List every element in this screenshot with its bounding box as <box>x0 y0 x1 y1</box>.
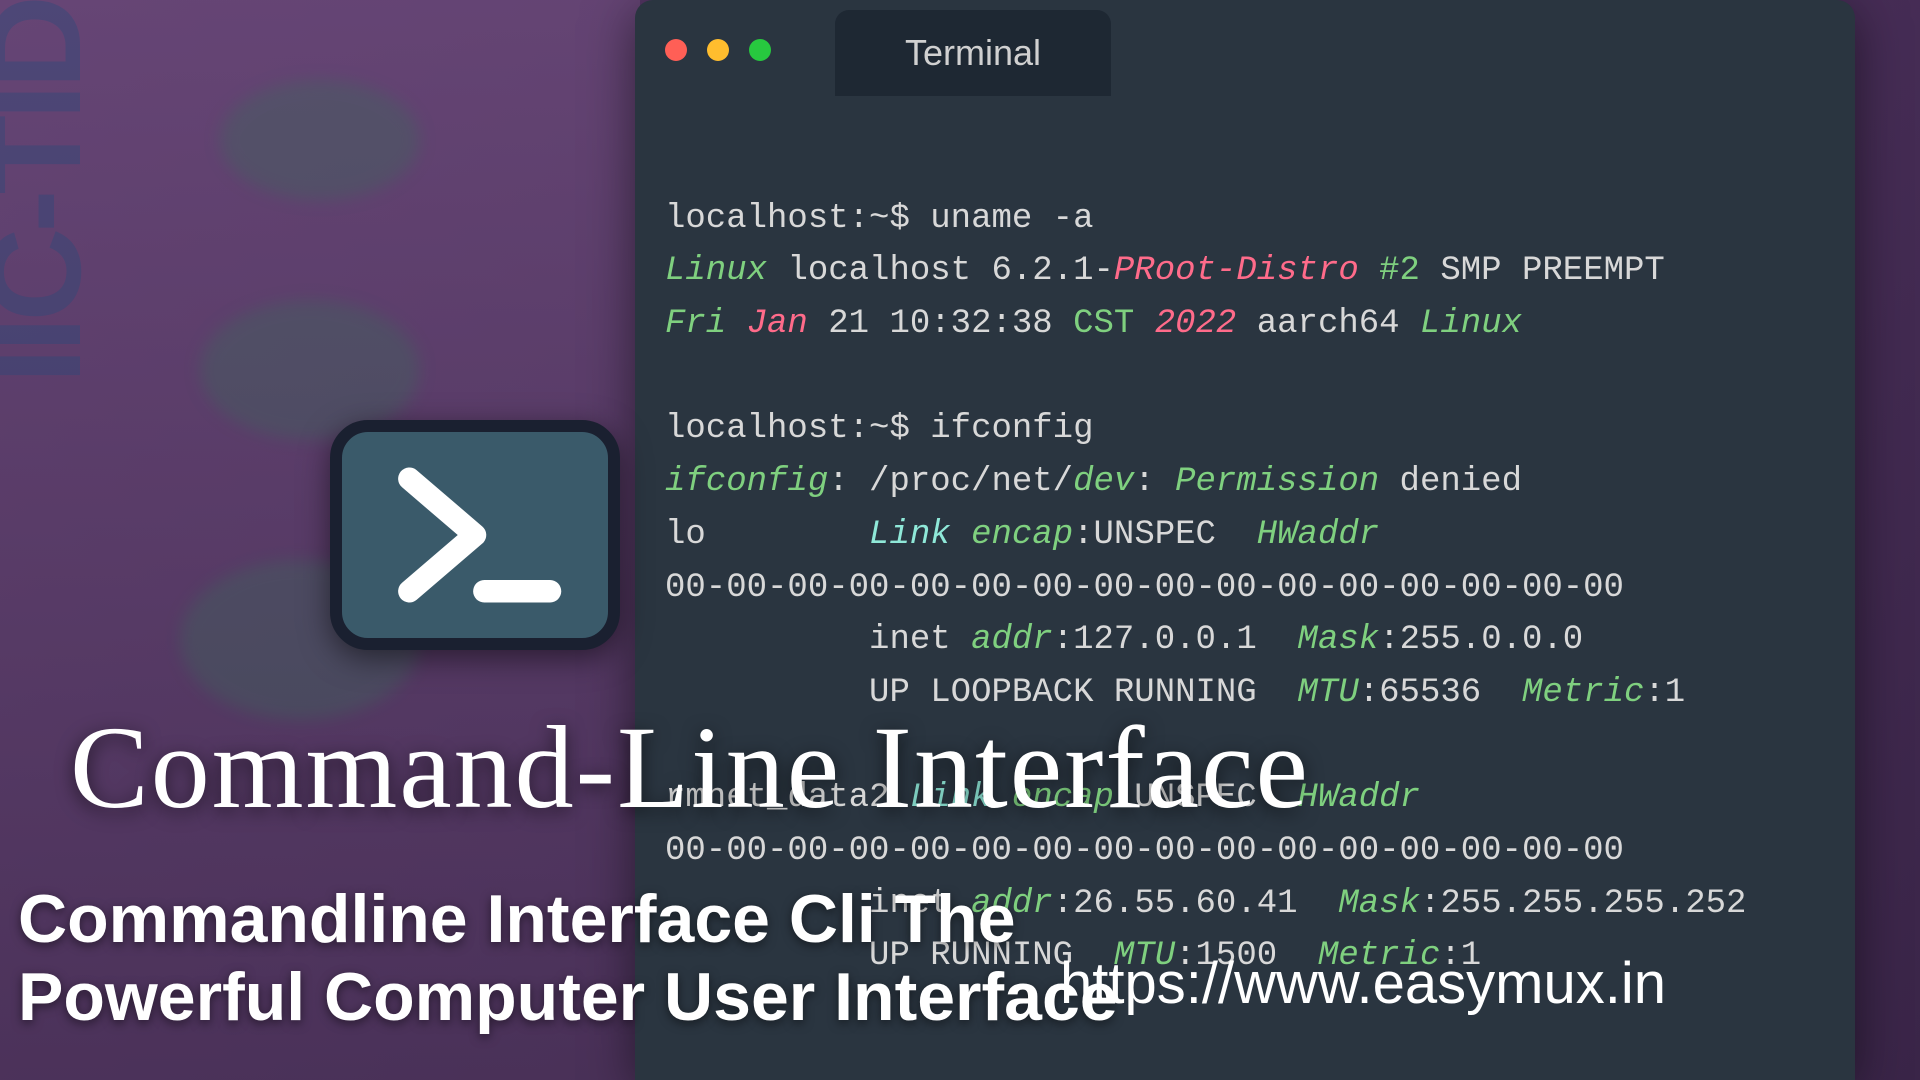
maximize-icon[interactable] <box>749 39 771 61</box>
if-lo-hwaddr: HWaddr <box>1257 516 1379 554</box>
out-host: localhost <box>787 252 971 290</box>
if-rm-mac: 00-00-00-00-00-00-00-00-00-00-00-00-00-0… <box>665 832 1624 870</box>
prompt-host: localhost <box>665 200 849 238</box>
out-arch: aarch64 <box>1257 305 1400 343</box>
overlay-url: https://www.easymux.in <box>1060 950 1666 1017</box>
out-flags: SMP PREEMPT <box>1440 252 1664 290</box>
if-lo-name: lo <box>665 516 706 554</box>
if-lo-metric-lbl: Metric <box>1522 674 1644 712</box>
overlay-title: Command-Line Interface <box>70 700 1310 836</box>
cmd1-text: uname -a <box>930 200 1093 238</box>
if-lo-encap-lbl: encap <box>971 516 1073 554</box>
out-build: #2 <box>1379 252 1420 290</box>
out-day: Fri <box>665 305 726 343</box>
out-os2: Linux <box>1420 305 1522 343</box>
close-icon[interactable] <box>665 39 687 61</box>
traffic-lights <box>665 39 771 61</box>
tab-label: Terminal <box>905 32 1041 73</box>
prompt-host: localhost <box>665 410 849 448</box>
out-year: 2022 <box>1155 305 1237 343</box>
cli-prompt-icon <box>330 420 620 650</box>
prompt-sep: :~$ <box>849 410 910 448</box>
bg-decor <box>200 300 420 440</box>
titlebar: Terminal <box>635 0 1855 100</box>
tab-terminal[interactable]: Terminal <box>835 10 1111 96</box>
out-ver: 6.2.1- <box>991 252 1113 290</box>
overlay-subtitle: Commandline Interface Cli The Powerful C… <box>18 880 1118 1036</box>
if-lo-metric-val: :1 <box>1644 674 1685 712</box>
if-rm-hwaddr: HWaddr <box>1298 779 1420 817</box>
if-rm-mask-val: :255.255.255.252 <box>1420 885 1746 923</box>
minimize-icon[interactable] <box>707 39 729 61</box>
if-lo-addr-val: :127.0.0.1 <box>1053 621 1298 659</box>
if-lo-inet: inet <box>869 621 971 659</box>
prompt-sep: :~$ <box>849 200 910 238</box>
out-dt: 21 10:32:38 <box>828 305 1052 343</box>
if-lo-mask-lbl: Mask <box>1298 621 1380 659</box>
out-distro: PRoot-Distro <box>1114 252 1359 290</box>
if-rm-mask-lbl: Mask <box>1338 885 1420 923</box>
cmd2-text: ifconfig <box>930 410 1093 448</box>
if-lo-addr-lbl: addr <box>971 621 1053 659</box>
err-dev: dev <box>1073 463 1134 501</box>
bg-decor <box>220 80 420 200</box>
if-lo-mask-val: :255.0.0.0 <box>1379 621 1583 659</box>
if-lo-mtu-val: :65536 <box>1359 674 1522 712</box>
err-path: : /proc/net/ <box>828 463 1073 501</box>
out-tz: CST <box>1073 305 1134 343</box>
err-denied: denied <box>1379 463 1522 501</box>
err-perm: Permission <box>1175 463 1379 501</box>
if-lo-link: Link <box>869 516 951 554</box>
out-mon: Jan <box>747 305 808 343</box>
side-watermark: IIC-TID <box>0 0 110 384</box>
if-lo-encap-val: :UNSPEC <box>1073 516 1257 554</box>
out-os: Linux <box>665 252 767 290</box>
err-colon: : <box>1134 463 1175 501</box>
if-lo-mac: 00-00-00-00-00-00-00-00-00-00-00-00-00-0… <box>665 569 1624 607</box>
err-prog: ifconfig <box>665 463 828 501</box>
